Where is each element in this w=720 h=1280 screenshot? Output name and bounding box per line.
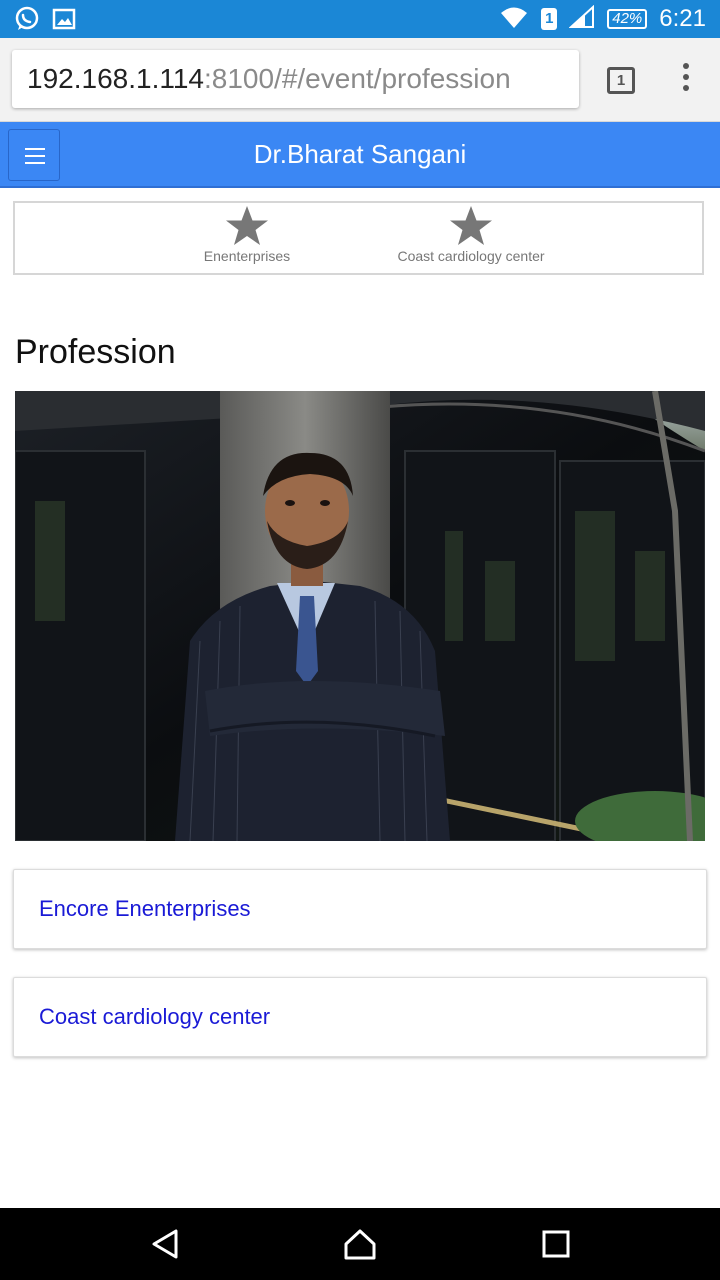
page-title: Profession bbox=[15, 333, 176, 371]
wifi-icon bbox=[499, 5, 529, 34]
clock: 6:21 bbox=[659, 5, 706, 32]
list-item[interactable]: Coast cardiology center bbox=[13, 977, 707, 1057]
url-host: 192.168.1.114 bbox=[27, 63, 204, 94]
menu-button[interactable] bbox=[8, 129, 60, 181]
back-button[interactable] bbox=[146, 1226, 186, 1262]
url-bar[interactable]: 192.168.1.114:8100/#/event/profession bbox=[12, 50, 579, 108]
hamburger-icon bbox=[25, 148, 45, 150]
battery-icon: 42% bbox=[607, 9, 648, 29]
back-icon bbox=[152, 1229, 178, 1259]
sim-icon: 1 bbox=[541, 8, 558, 30]
top-tabs: Enenterprises Coast cardiology center bbox=[13, 201, 704, 275]
status-bar: 1 42% 6:21 bbox=[0, 0, 720, 38]
image-icon bbox=[52, 7, 76, 36]
app-header: Dr.Bharat Sangani bbox=[0, 122, 720, 188]
tab-enenterprises[interactable]: Enenterprises bbox=[187, 203, 307, 273]
overflow-menu-icon[interactable] bbox=[676, 63, 696, 99]
tab-coast-cardiology[interactable]: Coast cardiology center bbox=[381, 203, 561, 273]
url-path: :8100/#/event/profession bbox=[203, 63, 511, 94]
app-title: Dr.Bharat Sangani bbox=[253, 139, 467, 169]
star-icon bbox=[226, 206, 268, 245]
recents-icon bbox=[542, 1230, 570, 1258]
tab-label: Coast cardiology center bbox=[397, 248, 545, 264]
recents-button[interactable] bbox=[536, 1226, 576, 1262]
list-item-label[interactable]: Coast cardiology center bbox=[39, 978, 270, 1056]
star-icon bbox=[450, 206, 492, 245]
list-item[interactable]: Encore Enenterprises bbox=[13, 869, 707, 949]
home-icon bbox=[344, 1229, 376, 1260]
list-item-label[interactable]: Encore Enenterprises bbox=[39, 870, 251, 948]
signal-icon bbox=[568, 4, 595, 34]
home-button[interactable] bbox=[340, 1226, 380, 1262]
tab-switcher-button[interactable]: 1 bbox=[607, 67, 635, 94]
whatsapp-icon bbox=[14, 6, 40, 37]
browser-toolbar: 192.168.1.114:8100/#/event/profession 1 bbox=[0, 38, 720, 122]
profile-photo bbox=[15, 391, 705, 841]
system-nav-bar bbox=[0, 1208, 720, 1280]
tab-label: Enenterprises bbox=[203, 248, 291, 264]
